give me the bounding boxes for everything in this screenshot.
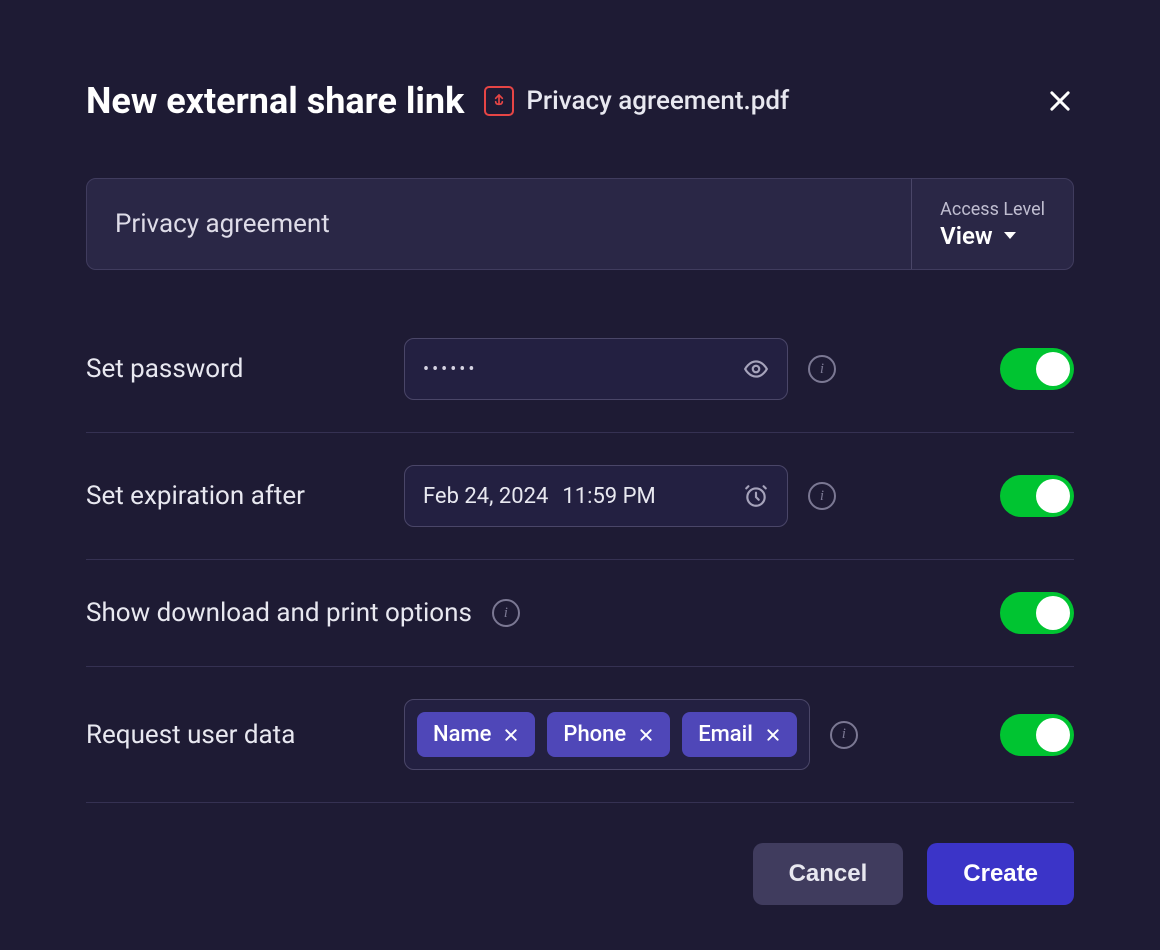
expiration-label: Set expiration after — [86, 481, 384, 511]
dialog-title: New external share link — [86, 80, 464, 122]
chip-phone: Phone — [547, 712, 670, 757]
info-icon[interactable]: i — [808, 482, 836, 510]
info-icon[interactable]: i — [830, 721, 858, 749]
clock-icon — [743, 483, 769, 509]
password-row: Set password •••••• i — [86, 306, 1074, 433]
expiration-row: Set expiration after Feb 24, 2024 11:59 … — [86, 433, 1074, 560]
close-button[interactable] — [1046, 87, 1074, 115]
expiration-input[interactable]: Feb 24, 2024 11:59 PM — [404, 465, 788, 527]
request-data-row: Request user data Name Phone Email i — [86, 667, 1074, 803]
info-icon[interactable]: i — [808, 355, 836, 383]
info-icon[interactable]: i — [492, 599, 520, 627]
chip-label: Email — [698, 722, 753, 747]
cancel-button[interactable]: Cancel — [753, 843, 904, 905]
password-toggle[interactable] — [1000, 348, 1074, 390]
password-label: Set password — [86, 354, 384, 384]
password-masked: •••••• — [423, 359, 477, 380]
download-label: Show download and print options — [86, 598, 472, 628]
file-name: Privacy agreement.pdf — [526, 86, 789, 116]
chip-email: Email — [682, 712, 797, 757]
download-row: Show download and print options i — [86, 560, 1074, 667]
chip-remove-icon[interactable] — [765, 727, 781, 743]
file-indicator: Privacy agreement.pdf — [484, 86, 789, 116]
access-level-value: View — [940, 222, 992, 250]
access-level-dropdown[interactable]: Access Level View — [911, 179, 1073, 269]
name-access-field: Privacy agreement Access Level View — [86, 178, 1074, 270]
dialog-header: New external share link Privacy agreemen… — [86, 80, 1074, 122]
expiration-time: 11:59 PM — [562, 484, 655, 509]
dialog-footer: Cancel Create — [86, 843, 1074, 905]
download-toggle[interactable] — [1000, 592, 1074, 634]
caret-down-icon — [1003, 231, 1017, 241]
request-data-toggle[interactable] — [1000, 714, 1074, 756]
expiration-date: Feb 24, 2024 — [423, 484, 548, 509]
eye-icon[interactable] — [743, 356, 769, 382]
chip-label: Phone — [563, 722, 626, 747]
chip-name: Name — [417, 712, 535, 757]
create-button[interactable]: Create — [927, 843, 1074, 905]
password-input[interactable]: •••••• — [404, 338, 788, 400]
chip-remove-icon[interactable] — [503, 727, 519, 743]
access-level-label: Access Level — [940, 199, 1045, 220]
pdf-icon — [484, 86, 514, 116]
request-data-chipbox[interactable]: Name Phone Email — [404, 699, 810, 770]
chip-remove-icon[interactable] — [638, 727, 654, 743]
link-name-input[interactable]: Privacy agreement — [87, 179, 911, 269]
expiration-toggle[interactable] — [1000, 475, 1074, 517]
chip-label: Name — [433, 722, 491, 747]
request-data-label: Request user data — [86, 720, 384, 750]
